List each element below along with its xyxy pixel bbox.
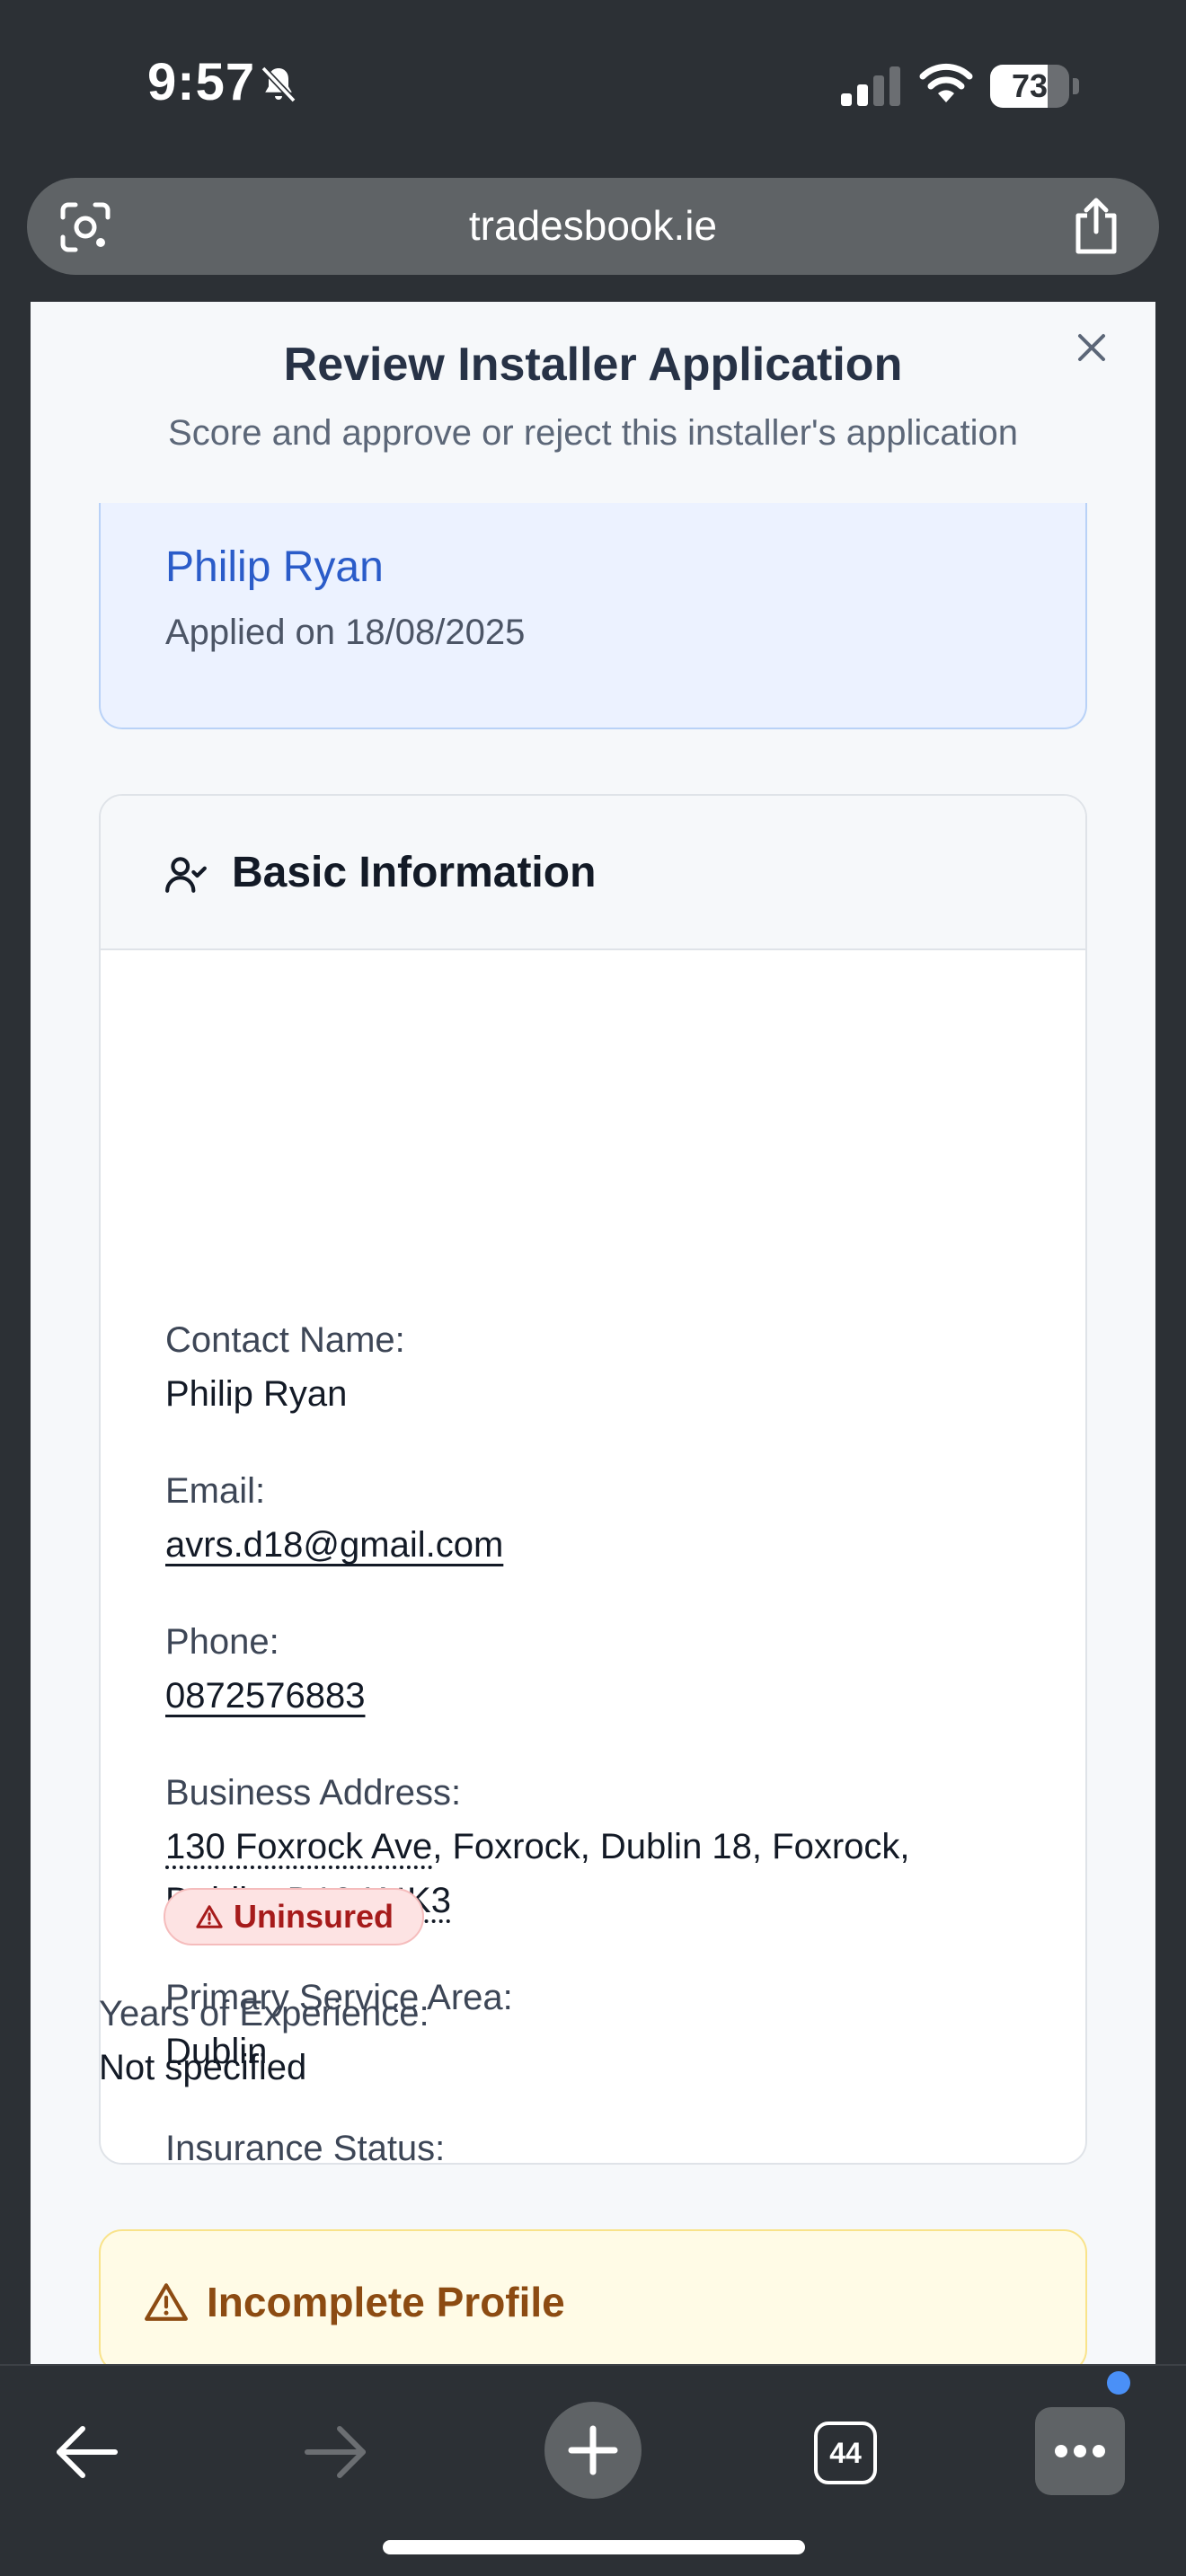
business-address-line-1: 130 Foxrock Ave, Foxrock, Dublin 18, Fox… — [165, 1827, 910, 1867]
home-indicator — [383, 2540, 805, 2554]
warning-title: Incomplete Profile — [207, 2279, 565, 2325]
applicant-summary-card: Philip Ryan Applied on 18/08/2025 — [99, 503, 1087, 729]
back-icon[interactable] — [52, 2418, 120, 2486]
basic-information-card: Basic Information Contact Name: Philip R… — [99, 794, 1087, 2165]
basic-information-header: Basic Information — [101, 796, 1085, 950]
business-address-label: Business Address: — [165, 1773, 462, 1813]
address-city: Dublin, — [165, 1881, 288, 1920]
notification-dot — [1107, 2371, 1130, 2395]
address-postcode-link[interactable]: D18 K4K3 — [288, 1881, 451, 1920]
url-text[interactable]: tradesbook.ie — [27, 201, 1159, 250]
bell-slash-icon — [261, 66, 296, 103]
warning-triangle-icon — [145, 2283, 188, 2321]
insurance-status-label: Insurance Status: — [165, 2129, 446, 2165]
email-label: Email: — [165, 1471, 266, 1511]
signal-icon — [841, 66, 900, 106]
url-bar[interactable]: tradesbook.ie — [27, 178, 1159, 275]
experience-label: Years of Experience: — [99, 1994, 429, 2033]
phone-link[interactable]: 0872576883 — [165, 1676, 365, 1716]
new-tab-button[interactable] — [544, 2402, 642, 2499]
tabs-button[interactable]: 44 — [814, 2422, 877, 2484]
share-icon[interactable] — [1069, 196, 1123, 255]
address-locality: , Foxrock, Dublin 18, Foxrock, — [432, 1827, 910, 1866]
address-street-link[interactable]: 130 Foxrock Ave — [165, 1827, 432, 1866]
business-address-line-2: Dublin, D18 K4K3 — [165, 1881, 451, 1921]
contact-name-label: Contact Name: — [165, 1320, 405, 1360]
incomplete-profile-warning: Incomplete Profile — [99, 2229, 1087, 2364]
experience-value: Not specified — [99, 2048, 307, 2087]
dialog-subtitle: Score and approve or reject this install… — [168, 413, 1018, 453]
status-time: 9:57 — [147, 53, 256, 111]
email-link[interactable]: avrs.d18@gmail.com — [165, 1525, 503, 1566]
lens-icon[interactable] — [59, 201, 111, 253]
applied-date: Applied on 18/08/2025 — [165, 613, 526, 652]
battery-percent: 73 — [1011, 67, 1049, 104]
more-button[interactable] — [1035, 2407, 1125, 2495]
battery-icon: 73 — [990, 65, 1079, 108]
dialog-title: Review Installer Application — [283, 339, 903, 391]
more-icon — [1055, 2445, 1067, 2457]
close-icon[interactable] — [1064, 320, 1120, 375]
applicant-name: Philip Ryan — [165, 543, 384, 591]
forward-icon[interactable] — [302, 2418, 370, 2486]
contact-name-value: Philip Ryan — [165, 1374, 348, 1414]
wifi-icon — [919, 63, 973, 102]
user-check-icon — [165, 857, 207, 893]
phone-label: Phone: — [165, 1622, 279, 1662]
basic-information-title: Basic Information — [232, 849, 597, 896]
status-bar: 9:57 73 — [0, 0, 1186, 171]
plus-icon — [568, 2425, 618, 2475]
